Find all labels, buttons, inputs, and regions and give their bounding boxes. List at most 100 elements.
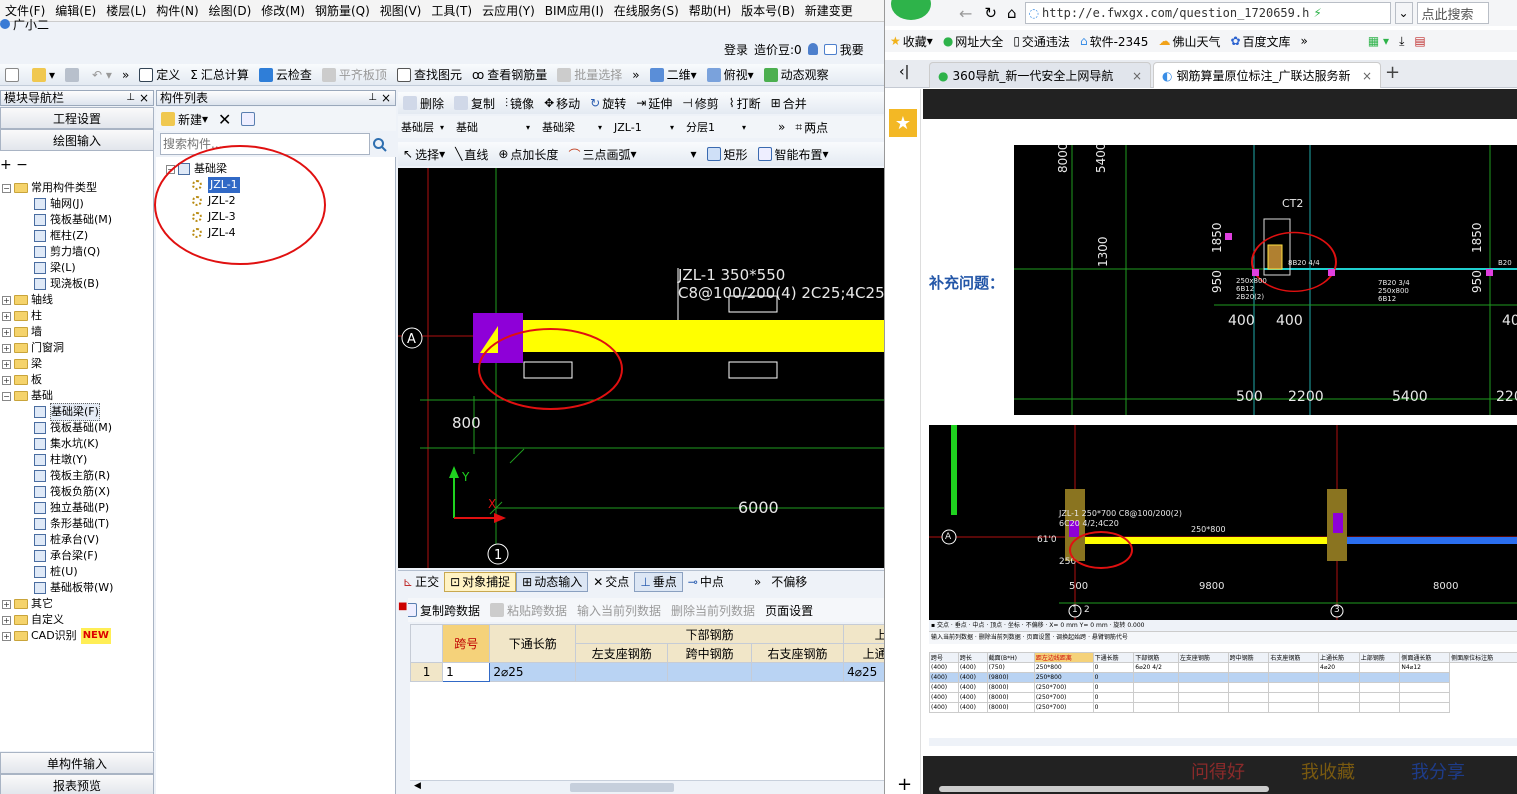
menu-item-3[interactable]: 构件(N): [151, 1, 203, 21]
collect-button[interactable]: 我收藏: [1301, 758, 1355, 784]
question-image-2[interactable]: A 1 2 3 800 JZL-1 250*700 C8@100/200(2) …: [929, 425, 1517, 620]
new-file-button[interactable]: [0, 65, 27, 85]
mini-cell[interactable]: (400): [929, 692, 959, 703]
mini-cell[interactable]: (250*700): [1033, 692, 1094, 703]
mini-cell[interactable]: (400): [929, 672, 959, 683]
module-tree-item[interactable]: 基础板带(W): [0, 580, 154, 596]
merge-button[interactable]: ⊞ 合并: [766, 93, 812, 113]
dyn-input-toggle[interactable]: ⊞ 动态输入: [516, 571, 589, 592]
module-tree-item[interactable]: + 门窗洞: [0, 340, 154, 356]
mini-cell[interactable]: 6⌀20 4/2: [1133, 662, 1179, 673]
mini-cell[interactable]: (250*700): [1033, 702, 1094, 713]
cloud-check-button[interactable]: 云检查: [254, 65, 317, 85]
bookmark-favorites[interactable]: ★ 收藏 ▾: [885, 31, 938, 51]
module-tree-item[interactable]: 剪力墙(Q): [0, 244, 154, 260]
home-icon[interactable]: ⌂: [1007, 4, 1017, 22]
module-tree-item[interactable]: + CAD识别 NEW: [0, 628, 154, 644]
cell-span[interactable]: 1: [442, 662, 491, 682]
blank-combo[interactable]: ▾: [642, 144, 702, 164]
new-tab-icon[interactable]: +: [1385, 62, 1400, 83]
module-tree-item[interactable]: − 基础: [0, 388, 154, 404]
expand-collapse-buttons[interactable]: + −: [0, 157, 28, 173]
name-select[interactable]: JZL-1 ▾: [611, 118, 677, 136]
mini-cell[interactable]: [1177, 672, 1229, 683]
open-file-button[interactable]: ▾: [27, 65, 60, 85]
mini-cell[interactable]: [1268, 662, 1320, 673]
mini-cell[interactable]: 250*800: [1033, 672, 1094, 683]
line-button[interactable]: ╲ 直线: [450, 144, 493, 164]
paste-span-button[interactable]: 粘贴跨数据: [485, 600, 572, 620]
close-icon[interactable]: ×: [1362, 69, 1372, 83]
mini-cell[interactable]: (9800): [986, 672, 1035, 683]
question-image-2-table[interactable]: ▪ 交点 · 垂点 · 中点 · 顶点 · 坐标 · 不偏移 · X= 0 mm…: [929, 620, 1517, 746]
collapse-icon[interactable]: −: [2, 183, 11, 193]
bookmark-site-nav[interactable]: ● 网址大全: [938, 31, 1009, 51]
table-row[interactable]: (400) (400) (750) 250*800 0 6⌀20 4/2 4⌀20 N4⌀12: [929, 662, 1517, 673]
mini-cell[interactable]: [1399, 682, 1451, 693]
favorite-star-icon[interactable]: ★: [889, 109, 917, 137]
more-snap-button[interactable]: »: [749, 572, 766, 592]
obj-snap-toggle[interactable]: ⊡ 对象捕捉: [444, 571, 517, 592]
mini-cell[interactable]: [1318, 682, 1360, 693]
mini-cell[interactable]: [1358, 672, 1401, 683]
move-button[interactable]: ✥ 移动: [539, 93, 585, 113]
mini-cell[interactable]: [1318, 702, 1360, 713]
bell-icon[interactable]: [807, 43, 818, 55]
module-tree-item[interactable]: 筏板基础(M): [0, 420, 154, 436]
mini-cell[interactable]: 0: [1092, 692, 1135, 703]
module-tree-item[interactable]: + 墙: [0, 324, 154, 340]
expand-icon[interactable]: +: [2, 599, 11, 609]
mini-cell[interactable]: 250*800: [1033, 662, 1094, 673]
bookmark-software[interactable]: ⌂ 软件-2345: [1075, 31, 1154, 51]
module-tree-item[interactable]: 独立基础(P): [0, 500, 154, 516]
mini-cell[interactable]: 0: [1092, 662, 1135, 673]
module-tree-item[interactable]: 桩承台(V): [0, 532, 154, 548]
mini-cell[interactable]: [1318, 672, 1360, 683]
module-tree-item[interactable]: 承台梁(F): [0, 548, 154, 564]
module-tree-item[interactable]: 基础梁(F): [0, 403, 154, 421]
mini-cell[interactable]: [1133, 672, 1179, 683]
menu-item-8[interactable]: 工具(T): [426, 1, 477, 21]
add-icon[interactable]: +: [897, 774, 912, 794]
copy-button[interactable]: 复制: [449, 93, 500, 113]
close-icon[interactable]: ×: [1132, 69, 1142, 83]
mini-cell[interactable]: (400): [957, 702, 988, 713]
cad-drawing-canvas[interactable]: A 1 Y X JZL-1 350*550 C8@100/200(4) 2C25…: [398, 168, 884, 568]
module-tree-item[interactable]: 筏板基础(M): [0, 212, 154, 228]
single-component-input-button[interactable]: 单构件输入: [0, 752, 154, 774]
mini-cell[interactable]: [1358, 692, 1401, 703]
page-setup-button[interactable]: 页面设置: [760, 600, 818, 620]
mini-cell[interactable]: [1133, 702, 1179, 713]
mini-cell[interactable]: [1177, 662, 1229, 673]
col-mid-span-header[interactable]: 跨中钢筋: [667, 643, 752, 663]
module-tree-item[interactable]: 现浇板(B): [0, 276, 154, 292]
module-tree-item[interactable]: 集水坑(K): [0, 436, 154, 452]
ask-good-button[interactable]: 问得好: [1191, 758, 1245, 784]
mini-cell[interactable]: [1358, 682, 1401, 693]
mini-cell[interactable]: [1177, 682, 1229, 693]
menu-item-9[interactable]: 云应用(Y): [477, 1, 540, 21]
col-bottom-long-header[interactable]: 下通长筋: [489, 624, 577, 663]
menu-item-10[interactable]: BIM应用(I): [540, 1, 609, 21]
no-offset-select[interactable]: 不偏移: [766, 572, 812, 592]
smart-layout-button[interactable]: 智能布置 ▾: [753, 144, 834, 164]
more-toolbar-button[interactable]: »: [117, 65, 134, 85]
mini-cell[interactable]: [1268, 682, 1320, 693]
break-button[interactable]: ⌇ 打断: [724, 93, 766, 113]
mini-scrollbar[interactable]: [929, 738, 1517, 746]
module-tree-item[interactable]: + 轴线: [0, 292, 154, 308]
url-bar[interactable]: ◌ http://e.fwxgx.com/question_1720659.h …: [1024, 2, 1391, 24]
module-tree-item[interactable]: 筏板负筋(X): [0, 484, 154, 500]
menu-item-2[interactable]: 楼层(L): [101, 1, 151, 21]
more-layer-button[interactable]: »: [773, 117, 790, 137]
mini-cell[interactable]: [1358, 702, 1401, 713]
save-button[interactable]: [60, 65, 87, 85]
cell-left-seat[interactable]: [575, 662, 669, 682]
mid-toggle[interactable]: ⊸ 中点: [683, 572, 729, 592]
expand-icon[interactable]: +: [2, 343, 11, 353]
new-change-menu[interactable]: 新建变更: [800, 1, 858, 21]
pin-icon[interactable]: ⊥: [368, 91, 377, 105]
horizontal-scrollbar[interactable]: ◀: [410, 780, 884, 794]
user-name[interactable]: 广小二: [13, 16, 49, 33]
module-tree-item[interactable]: + 梁: [0, 356, 154, 372]
